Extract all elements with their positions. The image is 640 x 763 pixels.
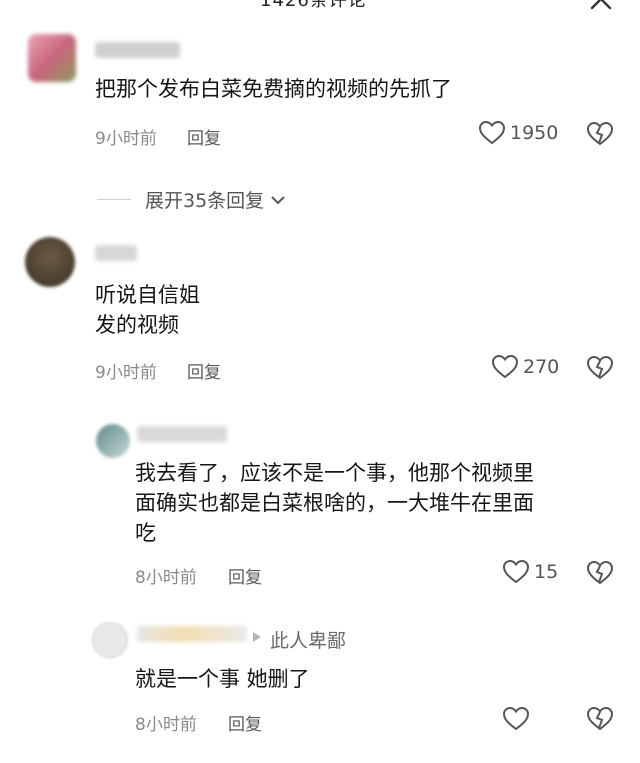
username[interactable]	[137, 426, 227, 442]
comment-text-line-2: 发的视频	[95, 313, 179, 337]
reply-text: 就是一个事 她删了	[135, 667, 310, 691]
reply-button[interactable]: 回复	[228, 563, 262, 588]
expand-replies-label: 展开35条回复	[145, 190, 265, 212]
like-button[interactable]: 270	[491, 354, 559, 380]
broken-heart-icon	[586, 560, 614, 586]
heart-icon	[502, 559, 530, 585]
broken-heart-icon	[586, 355, 614, 381]
avatar[interactable]	[96, 424, 130, 458]
reply-text-line-2: 面确实也都是白菜根啥的，一大堆牛在里面	[135, 491, 534, 515]
heart-icon	[502, 706, 530, 732]
username[interactable]	[137, 626, 247, 642]
reply-button[interactable]: 回复	[187, 358, 221, 383]
comments-header-title: 1426条评论	[260, 0, 367, 11]
reply-time: 8小时前	[135, 568, 197, 588]
comment-time: 9小时前	[95, 363, 157, 383]
heart-icon	[491, 354, 519, 380]
comment-text: 把那个发布白菜免费摘的视频的先抓了	[95, 77, 452, 101]
like-button[interactable]: 1950	[478, 120, 558, 146]
avatar[interactable]	[92, 622, 128, 658]
like-button[interactable]	[502, 706, 530, 732]
dislike-button[interactable]	[586, 355, 614, 381]
avatar[interactable]	[28, 34, 76, 82]
expand-divider	[97, 199, 131, 200]
expand-replies-button[interactable]: 展开35条回复	[145, 186, 286, 213]
dislike-button[interactable]	[586, 121, 614, 147]
reply-button[interactable]: 回复	[228, 710, 262, 735]
like-count: 1950	[510, 122, 559, 144]
dislike-button[interactable]	[586, 560, 614, 586]
reply-text-line-1: 我去看了，应该不是一个事，他那个视频里	[135, 461, 534, 485]
comment-text-line-1: 听说自信姐	[95, 283, 200, 307]
like-count: 270	[523, 356, 560, 378]
like-button[interactable]: 15	[502, 559, 558, 585]
close-icon[interactable]	[588, 0, 614, 10]
reply-to-username[interactable]: 此人卑鄙	[270, 626, 346, 653]
broken-heart-icon	[586, 121, 614, 147]
dislike-button[interactable]	[586, 706, 614, 732]
comment-time: 9小时前	[95, 129, 157, 149]
reply-time: 8小时前	[135, 715, 197, 735]
reply-text-line-3: 吃	[135, 521, 156, 545]
chevron-down-icon	[270, 194, 286, 206]
heart-icon	[478, 120, 506, 146]
broken-heart-icon	[586, 706, 614, 732]
username[interactable]	[95, 245, 137, 261]
reply-arrow-icon	[251, 631, 263, 643]
reply-button[interactable]: 回复	[187, 124, 221, 149]
like-count: 15	[534, 561, 559, 583]
username[interactable]	[95, 42, 180, 58]
avatar[interactable]	[25, 237, 75, 287]
